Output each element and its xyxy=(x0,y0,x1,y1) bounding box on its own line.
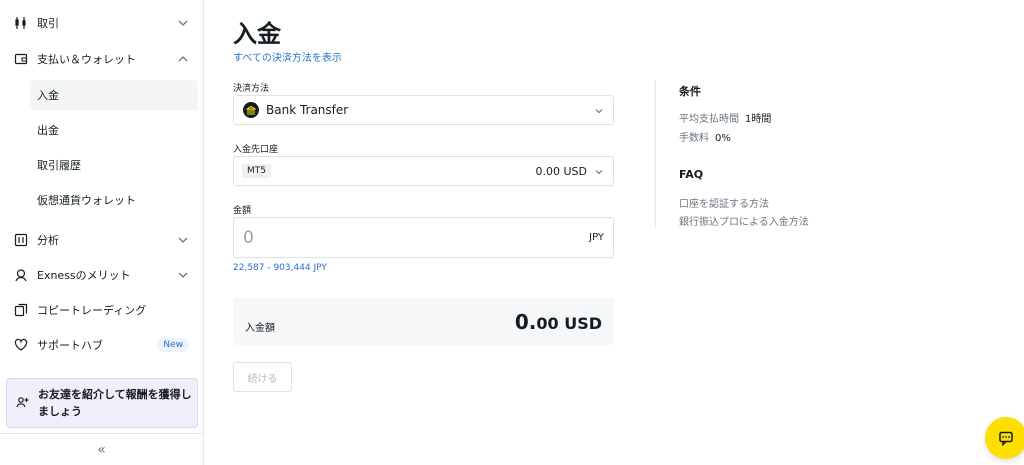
sidebar-item-exness-benefits[interactable]: Exnessのメリット xyxy=(0,260,203,290)
payment-method-value: Bank Transfer xyxy=(266,103,349,117)
account-balance: 0.00 USD xyxy=(535,165,588,178)
avg-payout-time-label: 平均支払時間 xyxy=(679,114,739,125)
sidebar-item-trading[interactable]: 取引 xyxy=(0,8,203,38)
fee-label: 手数料 xyxy=(679,133,709,144)
payment-method-label: 決済方法 xyxy=(233,84,270,94)
users-icon xyxy=(16,395,30,412)
avg-payout-time-value: 1時間 xyxy=(745,114,772,125)
collapse-sidebar-button[interactable]: « xyxy=(0,433,203,465)
avg-payout-time-row: 平均支払時間 1時間 xyxy=(679,110,771,125)
deposit-amount-integer: 0. xyxy=(514,310,537,334)
wallet-icon xyxy=(14,52,28,66)
chevron-down-icon xyxy=(178,237,188,243)
bank-icon xyxy=(243,102,259,118)
conditions-title: 条件 xyxy=(679,85,701,98)
sidebar-item-label: 分析 xyxy=(37,234,59,247)
sidebar-subitem-transaction-history[interactable]: 取引履歴 xyxy=(30,150,198,180)
faq-link-verify-account[interactable]: 口座を認証する方法 xyxy=(679,195,769,210)
deposit-account-label: 入金先口座 xyxy=(233,145,279,155)
sidebar-item-copy-trading[interactable]: コピートレーディング xyxy=(0,295,203,325)
analytics-icon xyxy=(14,233,28,247)
fee-row: 手数料 0% xyxy=(679,129,731,144)
sidebar-item-label: サポートハブ xyxy=(37,339,103,352)
double-chevron-left-icon: « xyxy=(97,441,106,458)
referral-promo[interactable]: お友達を紹介して報酬を獲得しましょう xyxy=(6,378,198,428)
deposit-amount-decimal: 00 USD xyxy=(536,314,602,333)
deposit-amount-value: 0.00 USD xyxy=(515,310,602,334)
award-icon xyxy=(14,268,28,282)
sidebar: 取引 支払い＆ウォレット 入金 出金 取引履歴 仮想通貨ウォレット 分析 Exn… xyxy=(0,0,204,465)
chat-button[interactable] xyxy=(985,417,1024,459)
deposit-summary: 入金額 0.00 USD xyxy=(233,298,614,345)
sidebar-item-label: 取引 xyxy=(37,17,59,30)
sidebar-subitem-deposit[interactable]: 入金 xyxy=(30,80,198,110)
deposit-account-select[interactable]: MT5 0.00 USD xyxy=(233,156,614,186)
divider xyxy=(655,80,656,227)
account-type-badge: MT5 xyxy=(242,164,271,178)
new-badge: New xyxy=(157,338,189,352)
continue-button[interactable]: 続ける xyxy=(233,362,292,392)
referral-promo-text: お友達を紹介して報酬を獲得しましょう xyxy=(38,388,192,418)
chevron-down-icon xyxy=(178,20,188,26)
heart-icon xyxy=(14,338,28,352)
page-title: 入金 xyxy=(233,20,281,48)
sidebar-item-payments-wallet[interactable]: 支払い＆ウォレット xyxy=(0,44,203,74)
chevron-up-icon xyxy=(178,56,188,62)
payment-method-select[interactable]: Bank Transfer xyxy=(233,95,614,125)
chevron-down-icon xyxy=(595,109,603,114)
sidebar-item-label: 支払い＆ウォレット xyxy=(37,53,136,66)
deposit-amount-label: 入金額 xyxy=(245,323,275,334)
chat-icon xyxy=(999,431,1013,446)
faq-link-bank-transfer[interactable]: 銀行振込プロによる入金方法 xyxy=(679,213,809,228)
sidebar-item-support-hub[interactable]: サポートハブ New xyxy=(0,330,203,360)
sidebar-item-label: Exnessのメリット xyxy=(37,269,131,282)
fee-value: 0% xyxy=(715,133,731,144)
amount-label: 金額 xyxy=(233,206,252,216)
sidebar-item-analytics[interactable]: 分析 xyxy=(0,225,203,255)
sidebar-subitem-crypto-wallet[interactable]: 仮想通貨ウォレット xyxy=(30,185,198,215)
faq-title: FAQ xyxy=(679,168,704,181)
trading-icon xyxy=(14,16,28,30)
chevron-down-icon xyxy=(178,272,188,278)
sidebar-subitem-withdrawal[interactable]: 出金 xyxy=(30,115,198,145)
amount-currency: JPY xyxy=(589,232,604,243)
amount-range-hint: 22,587 - 903,444 JPY xyxy=(233,263,327,273)
chevron-down-icon xyxy=(595,170,603,175)
copy-icon xyxy=(14,303,28,317)
amount-input[interactable]: 0 JPY xyxy=(233,217,614,258)
amount-placeholder: 0 xyxy=(243,228,254,248)
sidebar-item-label: コピートレーディング xyxy=(37,304,147,317)
show-all-payment-methods-link[interactable]: すべての決済方法を表示 xyxy=(233,49,342,64)
